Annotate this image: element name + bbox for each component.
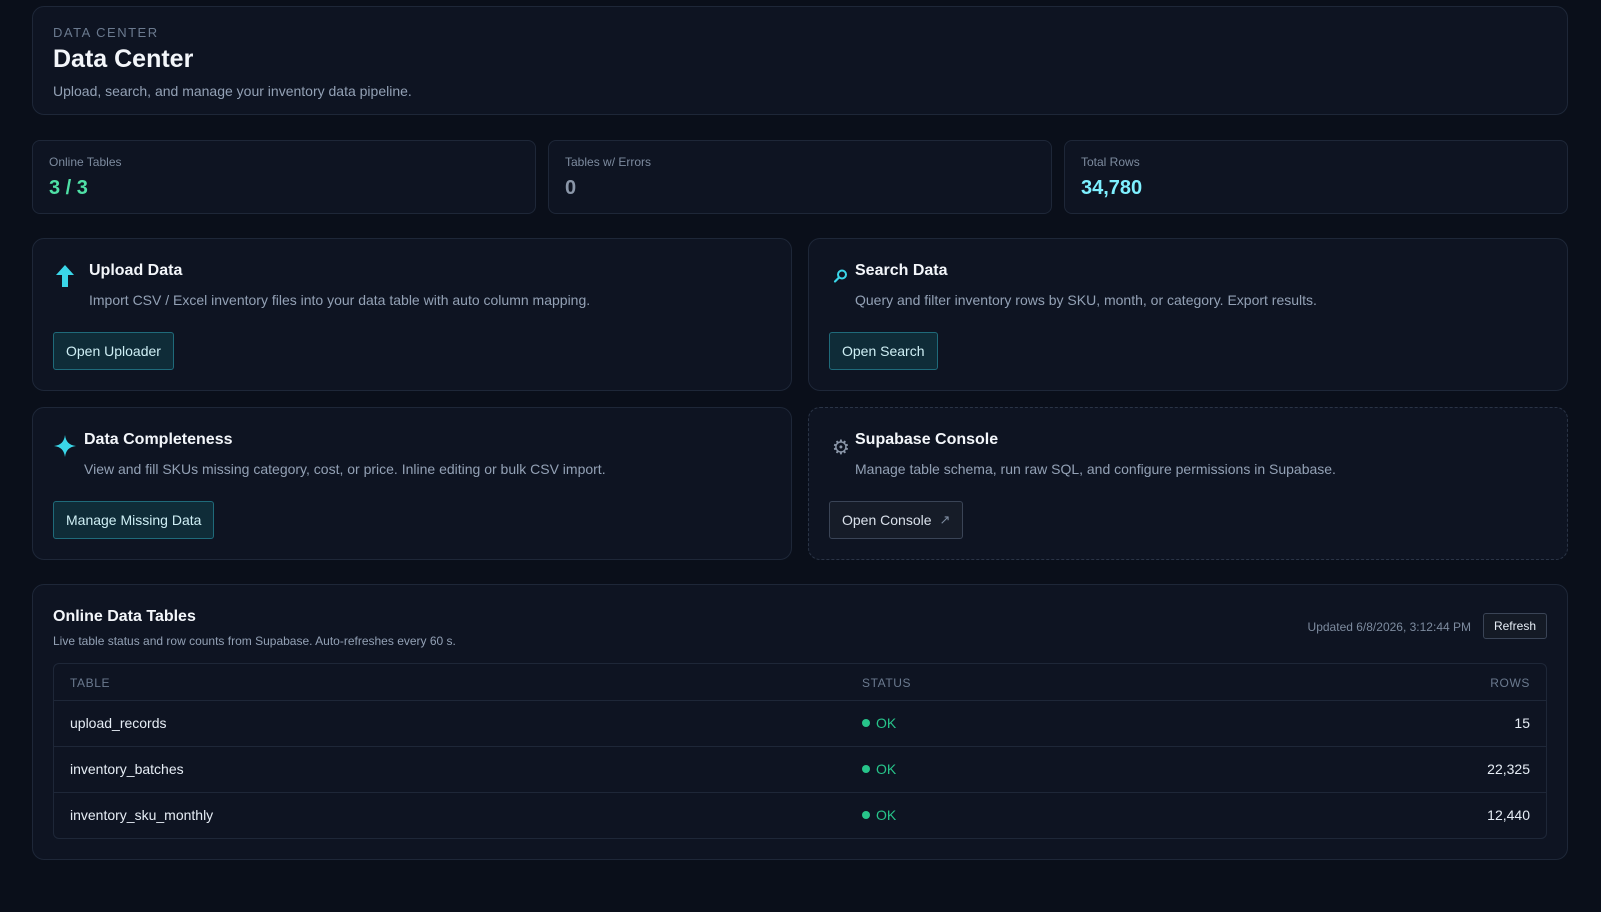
status-badge: OK [862, 715, 896, 731]
stat-label: Total Rows [1081, 155, 1140, 169]
stat-label: Online Tables [49, 155, 122, 169]
gear-icon: ⚙ [832, 436, 850, 459]
card-title: Upload Data [89, 262, 183, 279]
open-console-button[interactable]: Open Console ↗ [829, 501, 964, 539]
card-title: Supabase Console [855, 431, 999, 448]
row-count: 12,440 [1487, 807, 1530, 823]
open-search-button[interactable]: Open Search [829, 332, 938, 370]
supabase-console-card: ⚙ Supabase Console Manage table schema, … [808, 407, 1568, 560]
stat-online-tables: Online Tables 3 / 3 [32, 140, 536, 214]
status-badge: OK [862, 807, 896, 823]
page-eyebrow: DATA CENTER [53, 25, 159, 40]
button-label: Open Console [842, 512, 932, 528]
table-row: upload_records OK 15 [54, 701, 1546, 747]
card-title: Data Completeness [84, 431, 233, 448]
status-badge: OK [862, 761, 896, 777]
panel-subtitle: Live table status and row counts from Su… [53, 634, 456, 648]
stat-value: 3 / 3 [49, 177, 88, 199]
table-row: inventory_sku_monthly OK 12,440 [54, 793, 1546, 838]
magnifier-icon [829, 264, 853, 288]
card-title: Search Data [855, 262, 948, 279]
data-center-page: DATA CENTER Data Center Upload, search, … [0, 0, 1601, 912]
table-header-row: TABLE STATUS ROWS [54, 664, 1546, 701]
page-header: DATA CENTER Data Center Upload, search, … [32, 6, 1568, 115]
open-uploader-button[interactable]: Open Uploader [53, 332, 174, 370]
manage-missing-data-button[interactable]: Manage Missing Data [53, 501, 215, 539]
online-data-tables-panel: Online Data Tables Live table status and… [32, 584, 1568, 860]
stat-total-rows: Total Rows 34,780 [1064, 140, 1568, 214]
stat-value: 0 [565, 177, 577, 199]
card-description: View and fill SKUs missing category, cos… [84, 461, 606, 477]
table-name: inventory_batches [70, 761, 184, 777]
data-completeness-card: Data Completeness View and fill SKUs mis… [32, 407, 792, 560]
column-header-rows: ROWS [1490, 676, 1530, 690]
table-row: inventory_batches OK 22,325 [54, 747, 1546, 793]
table-name: upload_records [70, 715, 167, 731]
stat-label: Tables w/ Errors [565, 155, 652, 169]
stat-tables-errors: Tables w/ Errors 0 [548, 140, 1052, 214]
status-dot-icon [862, 719, 870, 727]
card-description: Query and filter inventory rows by SKU, … [855, 292, 1317, 308]
status-dot-icon [862, 765, 870, 773]
page-subtitle: Upload, search, and manage your inventor… [53, 83, 412, 99]
external-link-icon: ↗ [939, 512, 951, 527]
column-header-table: TABLE [70, 676, 111, 690]
card-description: Manage table schema, run raw SQL, and co… [855, 461, 1336, 477]
row-count: 15 [1514, 715, 1530, 731]
updated-timestamp: Updated 6/8/2026, 3:12:44 PM [1307, 620, 1471, 634]
column-header-status: STATUS [862, 676, 912, 690]
page-title: Data Center [53, 45, 194, 73]
upload-data-card: Upload Data Import CSV / Excel inventory… [32, 238, 792, 391]
upload-arrow-icon [53, 264, 77, 288]
status-text: OK [876, 761, 897, 777]
table-name: inventory_sku_monthly [70, 807, 214, 823]
refresh-button[interactable]: Refresh [1482, 613, 1547, 639]
row-count: 22,325 [1487, 761, 1530, 777]
status-dot-icon [862, 811, 870, 819]
search-data-card: Search Data Query and filter inventory r… [808, 238, 1568, 391]
sparkle-icon [53, 434, 77, 458]
stat-value: 34,780 [1081, 177, 1143, 199]
status-text: OK [876, 807, 897, 823]
tables-grid: TABLE STATUS ROWS upload_records OK 15 i… [53, 663, 1547, 839]
card-description: Import CSV / Excel inventory files into … [89, 292, 591, 308]
status-text: OK [876, 715, 897, 731]
panel-title: Online Data Tables [53, 608, 196, 625]
